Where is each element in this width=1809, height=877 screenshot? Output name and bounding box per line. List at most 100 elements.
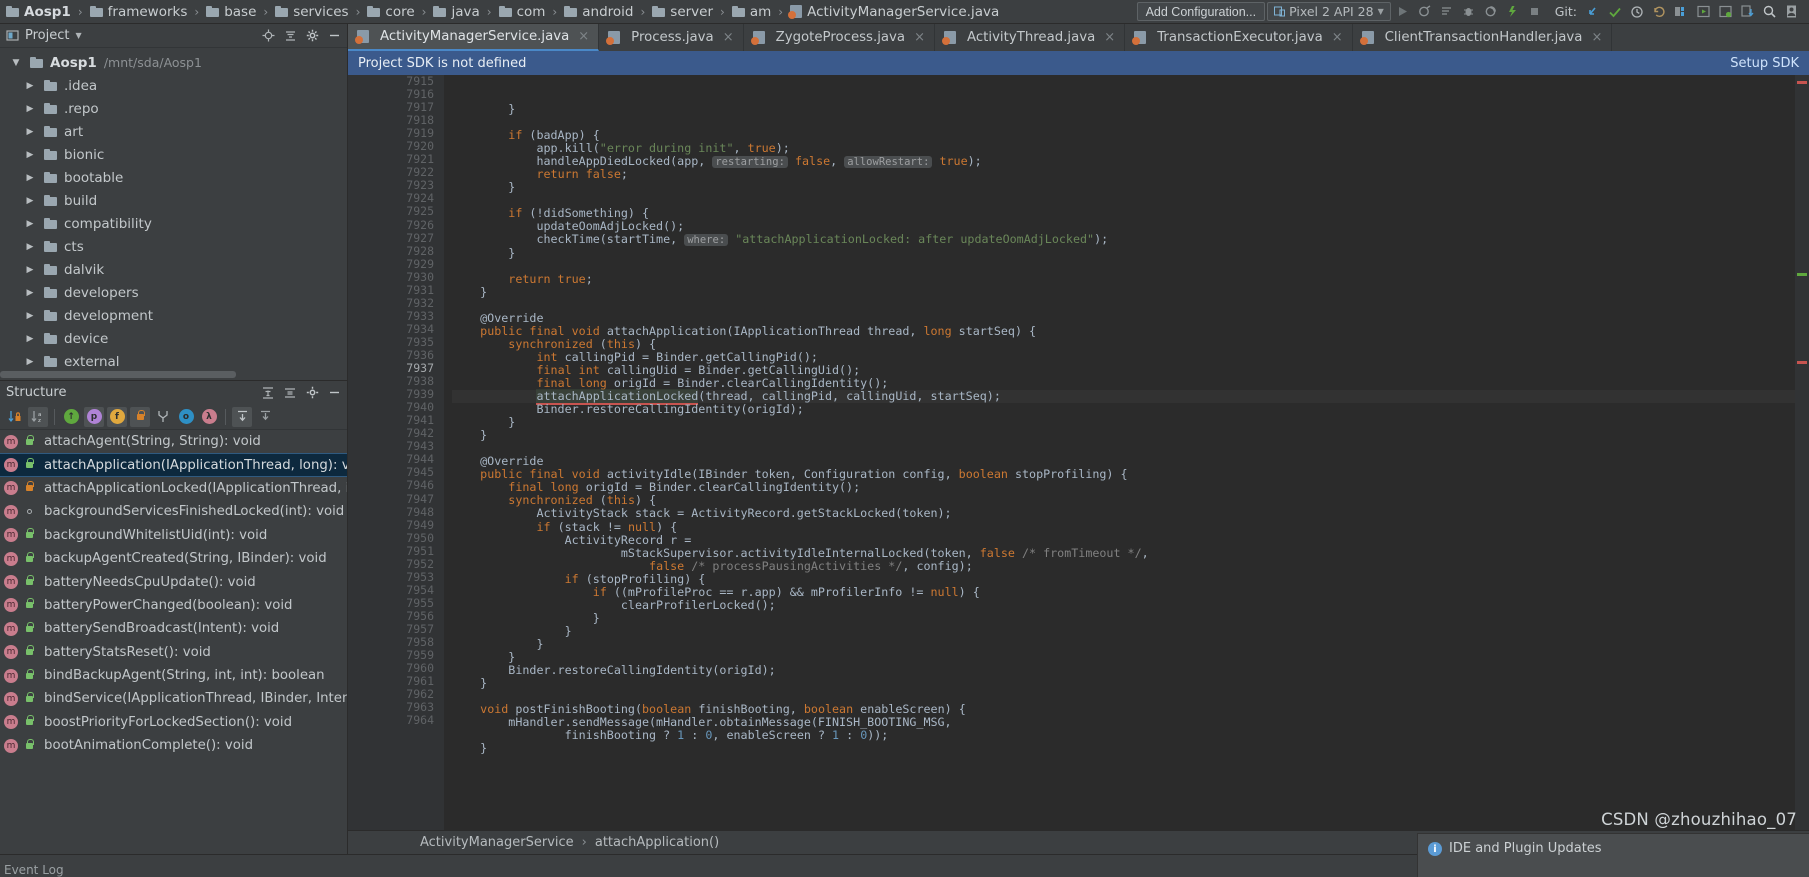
structure-item[interactable]: m boostPriorityForLockedSection(): void	[0, 711, 347, 734]
structure-item[interactable]: m attachApplication(IApplicationThread, l…	[0, 453, 347, 477]
editor-tab[interactable]: ActivityThread.java ×	[935, 24, 1126, 51]
tree-item-development[interactable]: ▶ development	[0, 304, 347, 327]
close-icon[interactable]: ×	[723, 30, 734, 45]
stop-gradle-icon[interactable]	[1437, 2, 1457, 22]
chevron-right-icon[interactable]: ▶	[22, 219, 38, 229]
collapse-all-icon[interactable]	[283, 386, 297, 400]
stop-icon[interactable]	[1525, 2, 1545, 22]
structure-item[interactable]: m bindService(IApplicationThread, IBinder…	[0, 687, 347, 710]
run-coverage-icon[interactable]	[1481, 2, 1501, 22]
tree-item-cts[interactable]: ▶ cts	[0, 235, 347, 258]
setup-sdk-link[interactable]: Setup SDK	[1730, 56, 1799, 71]
structure-item[interactable]: m attachApplicationLocked(IApplicationThr…	[0, 477, 347, 500]
tree-item-art[interactable]: ▶ art	[0, 120, 347, 143]
show-interfaces-icon[interactable]: o	[176, 407, 196, 427]
layout-inspector-icon[interactable]	[1715, 2, 1735, 22]
chevron-right-icon[interactable]: ▶	[22, 334, 38, 344]
chevron-right-icon[interactable]: ▶	[22, 150, 38, 160]
sort-by-visibility-icon[interactable]	[5, 407, 25, 427]
chevron-right-icon[interactable]: ▶	[22, 242, 38, 252]
structure-list[interactable]: m attachAgent(String, String): void m attac…	[0, 430, 347, 854]
close-icon[interactable]: ×	[914, 30, 925, 45]
chevron-right-icon[interactable]: ▶	[22, 265, 38, 275]
breadcrumb-root[interactable]: Aosp1	[4, 4, 73, 20]
editor-code-area[interactable]: } if (badApp) { app.kill("error during i…	[444, 75, 1809, 830]
editor-gutter[interactable]: 7915⌵79167917−7918791979207921⌵79227923−…	[348, 75, 472, 830]
run-icon[interactable]	[1393, 2, 1413, 22]
device-selector[interactable]: Pixel 2 API 28 ▼	[1267, 2, 1391, 21]
sort-alphabetically-icon[interactable]: az	[28, 406, 48, 427]
tree-item-developers[interactable]: ▶ developers	[0, 281, 347, 304]
show-fields-icon[interactable]: f	[107, 406, 127, 427]
editor-tab[interactable]: ZygoteProcess.java ×	[744, 24, 935, 51]
show-non-public-icon[interactable]	[130, 406, 150, 427]
collapse-all-icon[interactable]	[255, 407, 275, 427]
structure-item[interactable]: m batteryNeedsCpuUpdate(): void	[0, 570, 347, 593]
close-icon[interactable]: ×	[1104, 30, 1115, 45]
profiler-icon[interactable]	[1503, 2, 1523, 22]
change-marker[interactable]	[1797, 273, 1807, 276]
settings-gear-icon[interactable]	[305, 29, 319, 43]
breadcrumb-item-server[interactable]: server	[650, 4, 715, 20]
event-log-button[interactable]: Event Log	[4, 863, 64, 877]
hide-panel-icon[interactable]	[327, 29, 341, 43]
chevron-right-icon[interactable]: ▶	[22, 311, 38, 321]
chevron-right-icon[interactable]: ▶	[22, 288, 38, 298]
structure-item[interactable]: m attachAgent(String, String): void	[0, 430, 347, 453]
error-marker[interactable]	[1797, 361, 1807, 364]
tree-item-device[interactable]: ▶ device	[0, 327, 347, 350]
project-tree[interactable]: ▼ Aosp1/mnt/sda/Aosp1 ▶ .idea ▶ .repo ▶ art ▶ bio…	[0, 48, 347, 380]
error-marker[interactable]	[1797, 81, 1807, 84]
breadcrumb-item-am[interactable]: am	[730, 4, 773, 20]
breadcrumb-item-com[interactable]: com	[497, 4, 548, 20]
chevron-right-icon[interactable]: ▶	[22, 81, 38, 91]
structure-item[interactable]: m backupAgentCreated(String, IBinder): vo…	[0, 547, 347, 570]
update-project-icon[interactable]	[1583, 2, 1603, 22]
breadcrumb-item-core[interactable]: core	[365, 4, 416, 20]
close-icon[interactable]: ×	[578, 29, 589, 44]
chevron-down-icon[interactable]: ▼	[75, 31, 81, 40]
search-everywhere-icon[interactable]	[1759, 2, 1779, 22]
editor-tab[interactable]: Process.java ×	[599, 24, 744, 51]
sdk-manager-icon[interactable]	[1693, 2, 1713, 22]
structure-item[interactable]: m batteryPowerChanged(boolean): void	[0, 594, 347, 617]
chevron-right-icon[interactable]: ▶	[22, 357, 38, 367]
breadcrumb-item-base[interactable]: base	[204, 4, 258, 20]
device-file-explorer-icon[interactable]	[1737, 2, 1757, 22]
bug-icon[interactable]	[1459, 2, 1479, 22]
rollback-icon[interactable]	[1649, 2, 1669, 22]
code-editor[interactable]: 7915⌵79167917−7918791979207921⌵79227923−…	[348, 75, 1809, 830]
editor-tab[interactable]: TransactionExecutor.java ×	[1125, 24, 1353, 51]
settings-gear-icon[interactable]	[305, 386, 319, 400]
close-icon[interactable]: ×	[1332, 30, 1343, 45]
tree-item-build[interactable]: ▶ build	[0, 189, 347, 212]
chevron-right-icon[interactable]: ▶	[22, 104, 38, 114]
structure-item[interactable]: m batterySendBroadcast(Intent): void	[0, 617, 347, 640]
chevron-right-icon[interactable]: ▶	[22, 127, 38, 137]
structure-item[interactable]: m backgroundServicesFinishedLocked(int): …	[0, 500, 347, 523]
show-inherited-icon[interactable]: ↑	[61, 407, 81, 427]
hide-panel-icon[interactable]	[327, 386, 341, 400]
breadcrumb-item-android[interactable]: android	[562, 4, 635, 20]
editor-marker-bar[interactable]	[1795, 75, 1809, 830]
chevron-right-icon[interactable]: ▶	[22, 196, 38, 206]
history-icon[interactable]	[1627, 2, 1647, 22]
show-anonymous-icon[interactable]	[153, 407, 173, 427]
editor-breadcrumb-method[interactable]: attachApplication()	[595, 835, 719, 850]
structure-item[interactable]: m bootAnimationComplete(): void	[0, 734, 347, 757]
tree-item-dot-repo[interactable]: ▶ .repo	[0, 97, 347, 120]
add-configuration-button[interactable]: Add Configuration...	[1136, 2, 1266, 21]
collapse-all-icon[interactable]	[283, 29, 297, 43]
commit-icon[interactable]	[1605, 2, 1625, 22]
breadcrumb-file[interactable]: ActivityManagerService.java	[788, 4, 1001, 20]
expand-all-icon[interactable]	[261, 386, 275, 400]
editor-tab[interactable]: ClientTransactionHandler.java ×	[1353, 24, 1613, 51]
close-icon[interactable]: ×	[1591, 30, 1602, 45]
debug-attach-icon[interactable]	[1415, 2, 1435, 22]
avd-manager-icon[interactable]	[1671, 2, 1691, 22]
tree-item-dot-idea[interactable]: ▶ .idea	[0, 74, 347, 97]
structure-item[interactable]: m bindBackupAgent(String, int, int): bool…	[0, 664, 347, 687]
tree-item-compatibility[interactable]: ▶ compatibility	[0, 212, 347, 235]
breadcrumb-item-java[interactable]: java	[431, 4, 481, 20]
tree-item-Aosp1[interactable]: ▼ Aosp1/mnt/sda/Aosp1	[0, 51, 347, 74]
